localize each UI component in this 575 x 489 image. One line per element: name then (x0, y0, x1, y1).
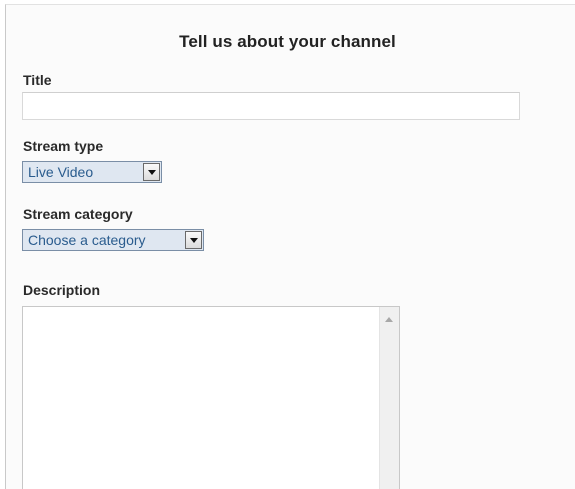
form-heading: Tell us about your channel (179, 32, 396, 51)
description-scrollbar[interactable] (379, 307, 399, 489)
title-input[interactable] (22, 92, 520, 120)
stream-type-label: Stream type (23, 138, 104, 154)
scroll-up-arrow-icon[interactable] (385, 317, 393, 322)
chevron-down-icon[interactable] (143, 163, 160, 181)
description-field[interactable] (22, 306, 400, 489)
stream-category-label: Stream category (23, 206, 133, 222)
stream-category-selected-value: Choose a category (28, 232, 146, 248)
stream-type-select[interactable]: Live Video (22, 161, 162, 183)
title-label: Title (23, 72, 52, 88)
stream-category-select[interactable]: Choose a category (22, 229, 204, 251)
description-label: Description (23, 282, 101, 298)
page: Tell us about your channel Title Stream … (0, 0, 575, 489)
description-textarea[interactable] (23, 307, 379, 489)
stream-type-selected-value: Live Video (28, 164, 94, 180)
chevron-down-icon[interactable] (185, 231, 202, 249)
